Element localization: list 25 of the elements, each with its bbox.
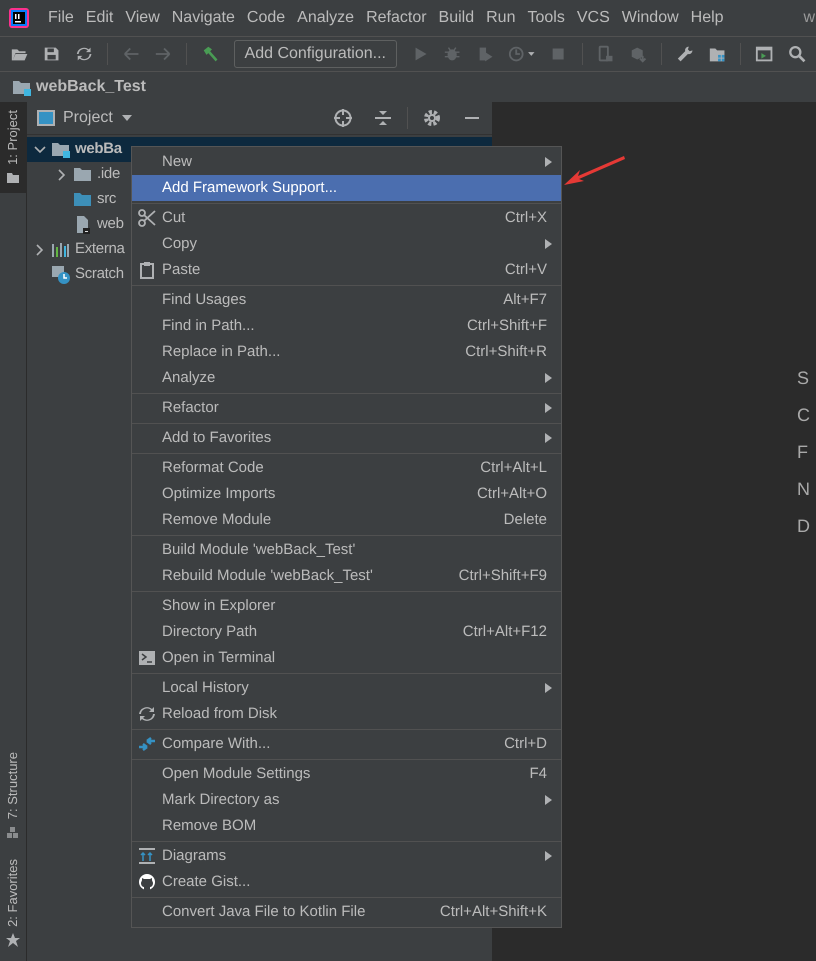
shortcut-text: Alt+F7 [503,290,547,310]
shortcut-text: Ctrl+V [504,260,547,280]
shortcut-text: Ctrl+Alt+Shift+K [440,902,547,922]
tree-label: web [97,214,124,234]
tree-label: Scratch [75,264,124,284]
hint-text: C [797,404,810,427]
shortcut-text: Delete [504,510,547,530]
shortcut-text: Ctrl+Shift+F [466,316,547,336]
hint-text: F [797,441,809,464]
tree-label: .ide [97,164,120,184]
shortcut-text: F4 [529,764,547,784]
shortcut-text: Ctrl+X [504,208,547,228]
hint-text: N [797,478,810,501]
tree-label: webBa [75,139,122,160]
tree-label: Externa [75,239,125,260]
hint-text: D [797,515,810,538]
shortcut-text: Ctrl+Alt+O [476,484,547,504]
shortcut-text: Ctrl+Shift+F9 [458,566,547,586]
tree-label: src [97,189,116,210]
shortcut-text: Ctrl+D [504,734,547,754]
window-title: w [803,8,816,28]
shortcut-text: Ctrl+Alt+L [480,458,547,478]
hint-text: S [797,367,810,390]
shortcut-text: Ctrl+Alt+F12 [462,622,547,642]
shortcut-text: Ctrl+Shift+R [465,342,547,362]
